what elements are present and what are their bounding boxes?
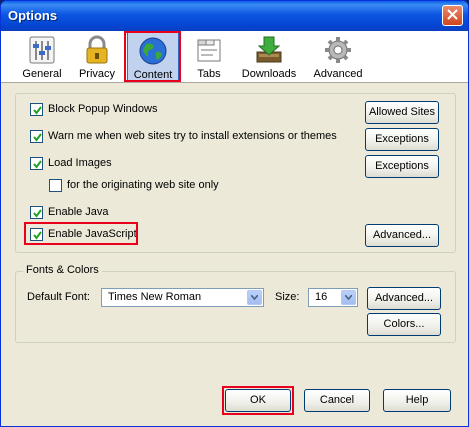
block-popups-checkbox[interactable] <box>30 102 43 116</box>
enable-java-row[interactable]: Enable Java <box>30 205 109 221</box>
exceptions-button-images[interactable]: Exceptions <box>365 155 439 178</box>
block-popups-label: Block Popup Windows <box>48 103 158 116</box>
chevron-down-icon <box>345 295 352 300</box>
advanced-javascript-button[interactable]: Advanced... <box>365 224 439 247</box>
exceptions-button-install[interactable]: Exceptions <box>365 128 439 151</box>
tab-tabs[interactable]: Tabs <box>189 31 229 81</box>
default-font-value: Times New Roman <box>108 291 202 303</box>
tab-general-label: General <box>22 68 62 80</box>
load-images-row[interactable]: Load Images <box>30 156 112 172</box>
default-font-select[interactable]: Times New Roman <box>101 288 264 307</box>
advanced-gear-icon <box>325 37 351 63</box>
downloads-icon <box>256 36 282 63</box>
load-images-label: Load Images <box>48 157 112 170</box>
tab-tabs-label: Tabs <box>197 68 221 80</box>
enable-java-label: Enable Java <box>48 206 109 219</box>
enable-javascript-highlight <box>24 222 138 245</box>
options-toolbar: General Privacy Content Tabs Downloads A… <box>1 31 468 83</box>
default-font-dropdown-arrow[interactable] <box>247 290 262 305</box>
tab-advanced-label: Advanced <box>313 68 363 80</box>
window-title: Options <box>8 8 58 23</box>
default-font-label: Default Font: <box>27 291 90 303</box>
fonts-advanced-button[interactable]: Advanced... <box>367 287 441 310</box>
size-label: Size: <box>275 291 300 303</box>
cancel-button[interactable]: Cancel <box>304 389 370 412</box>
fonts-colors-legend: Fonts & Colors <box>23 264 102 276</box>
title-bar[interactable]: Options <box>1 1 468 31</box>
originating-site-label: for the originating web site only <box>67 179 219 192</box>
tab-privacy[interactable]: Privacy <box>75 31 119 81</box>
block-popups-row[interactable]: Block Popup Windows <box>30 102 157 118</box>
checkmark-icon <box>33 132 42 142</box>
ok-button-highlight <box>222 386 294 415</box>
checkmark-icon <box>33 105 42 115</box>
checkmark-icon <box>33 159 42 169</box>
options-dialog: Options General Privacy Content Tabs Dow… <box>0 0 469 427</box>
originating-site-row[interactable]: for the originating web site only <box>49 178 219 194</box>
warn-install-label: Warn me when web sites try to install ex… <box>48 130 337 143</box>
font-size-value: 16 <box>315 291 328 303</box>
general-icon <box>29 36 55 64</box>
chevron-down-icon <box>251 295 258 300</box>
checkmark-icon <box>33 208 42 218</box>
colors-button[interactable]: Colors... <box>367 313 441 336</box>
tab-downloads-label: Downloads <box>241 68 297 80</box>
tab-advanced[interactable]: Advanced <box>309 31 367 81</box>
tabs-icon <box>197 39 221 62</box>
tab-downloads[interactable]: Downloads <box>239 31 299 81</box>
help-button[interactable]: Help <box>383 389 451 412</box>
font-size-dropdown-arrow[interactable] <box>341 290 356 305</box>
originating-site-checkbox[interactable] <box>49 178 62 192</box>
font-size-select[interactable]: 16 <box>308 288 358 307</box>
content-tab-highlight <box>124 31 181 82</box>
close-button[interactable] <box>442 5 463 26</box>
allowed-sites-button[interactable]: Allowed Sites <box>365 101 439 124</box>
load-images-checkbox[interactable] <box>30 156 43 170</box>
warn-install-checkbox[interactable] <box>30 129 43 143</box>
privacy-lock-icon <box>86 35 108 64</box>
tab-privacy-label: Privacy <box>78 68 116 80</box>
close-icon <box>447 9 458 20</box>
tab-general[interactable]: General <box>19 31 65 81</box>
warn-install-row[interactable]: Warn me when web sites try to install ex… <box>30 129 337 145</box>
enable-java-checkbox[interactable] <box>30 205 43 219</box>
